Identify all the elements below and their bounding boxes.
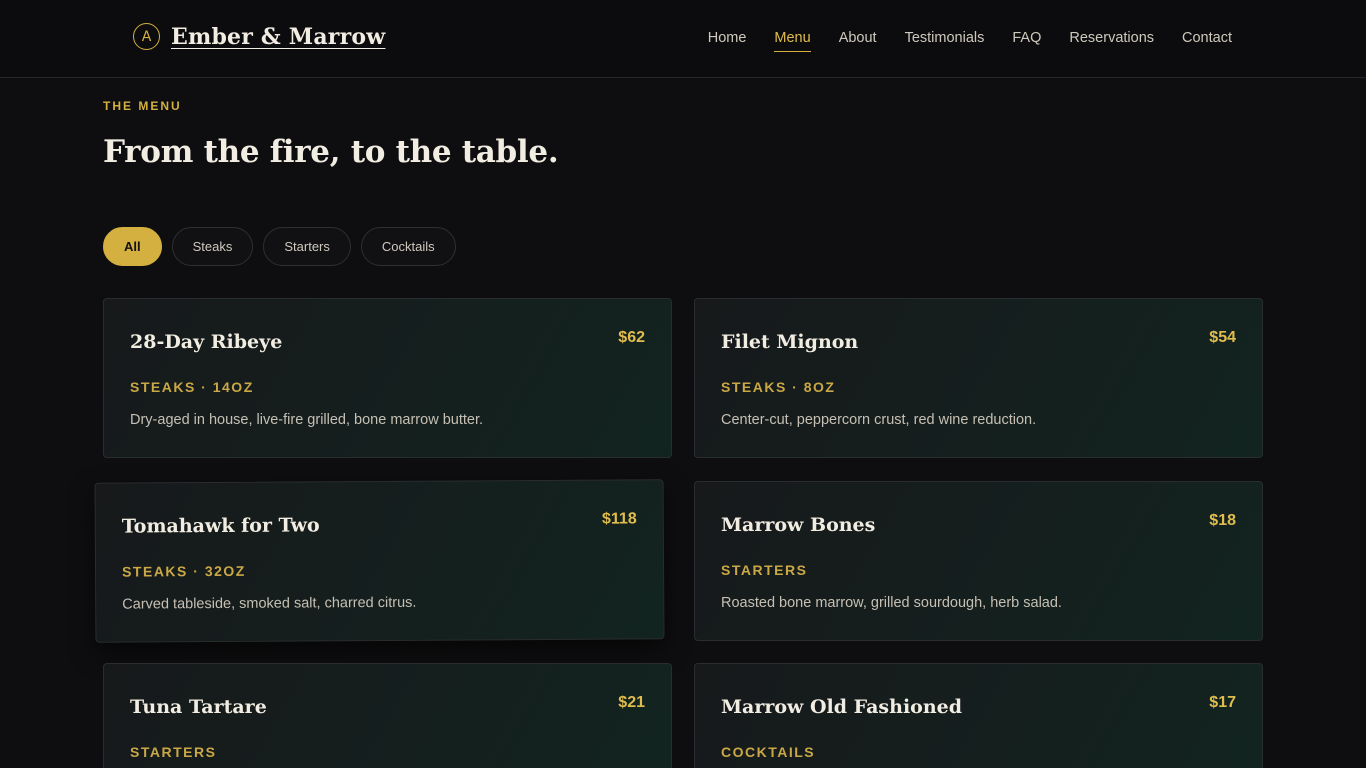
menu-filters: All Steaks Starters Cocktails bbox=[103, 227, 466, 266]
nav-link-about[interactable]: About bbox=[839, 30, 877, 52]
page-title: From the fire, to the table. bbox=[103, 134, 559, 170]
nav-link-faq[interactable]: FAQ bbox=[1012, 30, 1041, 52]
filter-steaks-button[interactable]: Steaks bbox=[171, 227, 254, 266]
nav-link-reservations[interactable]: Reservations bbox=[1069, 30, 1154, 52]
menu-item-card[interactable]: Marrow Bones $18 STARTERS Roasted bone m… bbox=[694, 481, 1263, 641]
filter-cocktails-button[interactable]: Cocktails bbox=[360, 227, 456, 266]
nav-link-testimonials[interactable]: Testimonials bbox=[905, 30, 985, 52]
menu-item-meta: STARTERS bbox=[130, 744, 217, 760]
menu-item-name: 28-Day Ribeye bbox=[130, 331, 283, 353]
menu-item-price: $54 bbox=[1209, 329, 1236, 346]
menu-item-price: $118 bbox=[601, 510, 637, 528]
nav-link-home[interactable]: Home bbox=[708, 30, 747, 52]
menu-item-name: Marrow Bones bbox=[721, 514, 876, 536]
section-eyebrow: THE MENU bbox=[103, 99, 182, 113]
filter-all-button[interactable]: All bbox=[103, 227, 162, 266]
menu-item-price: $18 bbox=[1209, 512, 1236, 529]
menu-item-card[interactable]: Marrow Old Fashioned $17 COCKTAILS bbox=[694, 663, 1263, 768]
menu-item-description: Center-cut, peppercorn crust, red wine r… bbox=[721, 412, 1037, 428]
menu-item-name: Tomahawk for Two bbox=[121, 514, 320, 538]
nav-link-menu[interactable]: Menu bbox=[774, 30, 811, 52]
menu-item-meta: COCKTAILS bbox=[721, 744, 816, 760]
menu-item-name: Tuna Tartare bbox=[130, 696, 267, 718]
brand-logo[interactable]: A Ember & Marrow bbox=[133, 23, 385, 50]
top-navbar: A Ember & Marrow Home Menu About Testimo… bbox=[0, 0, 1366, 78]
menu-item-name: Filet Mignon bbox=[721, 331, 859, 353]
menu-item-card[interactable]: Tomahawk for Two $118 STEAKS · 32OZ Carv… bbox=[94, 479, 665, 643]
filter-starters-button[interactable]: Starters bbox=[263, 227, 351, 266]
menu-item-meta: STEAKS · 8OZ bbox=[721, 379, 836, 395]
menu-item-description: Carved tableside, smoked salt, charred c… bbox=[122, 594, 417, 613]
menu-item-card[interactable]: 28-Day Ribeye $62 STEAKS · 14OZ Dry-aged… bbox=[103, 298, 672, 458]
menu-item-card[interactable]: Filet Mignon $54 STEAKS · 8OZ Center-cut… bbox=[694, 298, 1263, 458]
menu-item-price: $21 bbox=[618, 694, 645, 711]
nav-link-contact[interactable]: Contact bbox=[1182, 30, 1232, 52]
menu-item-description: Dry-aged in house, live-fire grilled, bo… bbox=[130, 412, 483, 428]
brand-mark-icon: A bbox=[133, 23, 160, 50]
menu-item-description: Roasted bone marrow, grilled sourdough, … bbox=[721, 595, 1062, 611]
menu-item-price: $17 bbox=[1209, 694, 1236, 711]
nav-links: Home Menu About Testimonials FAQ Reserva… bbox=[680, 30, 1232, 52]
menu-item-name: Marrow Old Fashioned bbox=[721, 696, 963, 718]
menu-item-meta: STEAKS · 32OZ bbox=[122, 562, 246, 580]
menu-item-meta: STEAKS · 14OZ bbox=[130, 379, 254, 395]
brand-name[interactable]: Ember & Marrow bbox=[171, 24, 385, 50]
menu-item-price: $62 bbox=[618, 329, 645, 346]
menu-item-meta: STARTERS bbox=[721, 562, 808, 578]
menu-item-card[interactable]: Tuna Tartare $21 STARTERS bbox=[103, 663, 672, 768]
